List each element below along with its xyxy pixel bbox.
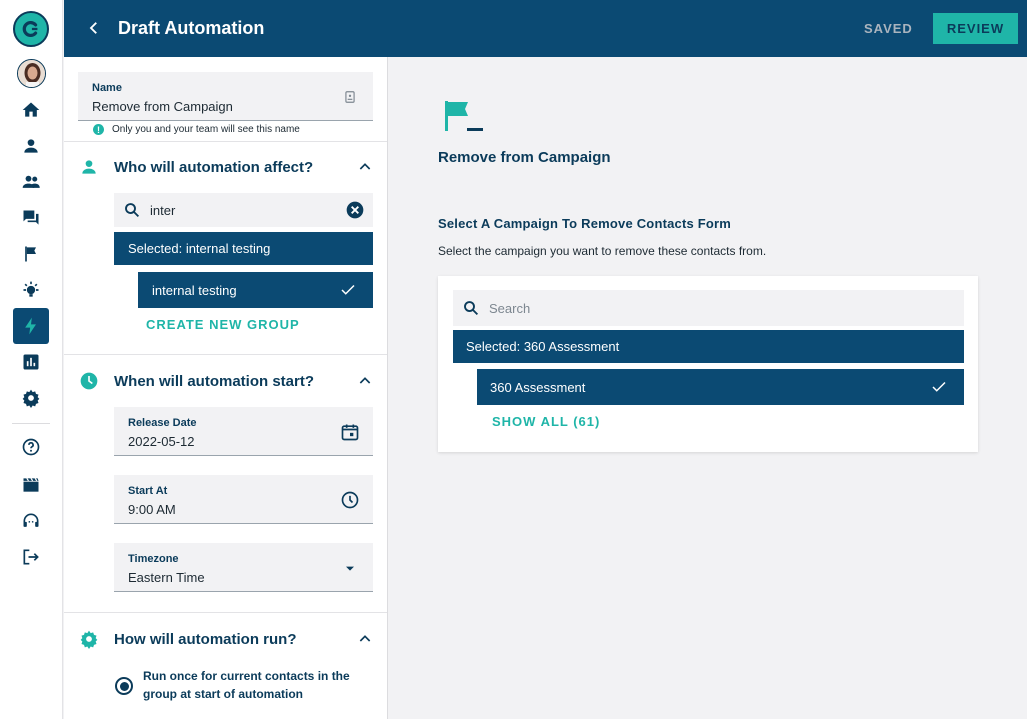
timezone-select[interactable]: Timezone Eastern Time xyxy=(114,543,373,592)
rail-chat-icon[interactable] xyxy=(13,200,49,236)
rail-lightbulb-icon[interactable] xyxy=(13,272,49,308)
rail-headset-icon[interactable] xyxy=(13,503,49,539)
back-button[interactable] xyxy=(82,16,106,40)
gear-icon xyxy=(78,628,100,650)
affect-section-header[interactable]: Who will automation affect? xyxy=(78,155,374,179)
section-divider xyxy=(64,354,387,355)
selected-group-bar: Selected: internal testing xyxy=(114,232,373,265)
logo-c-icon xyxy=(22,21,38,37)
timezone-label: Timezone xyxy=(128,553,179,565)
settings-panel: Name Remove from Campaign ! Only you and… xyxy=(64,57,388,719)
rail-home-icon[interactable] xyxy=(13,92,49,128)
create-new-group-button[interactable]: CREATE NEW GROUP xyxy=(146,317,300,332)
action-title: Remove from Campaign xyxy=(438,149,611,166)
rail-flag-icon[interactable] xyxy=(13,236,49,272)
name-hint-text: Only you and your team will see this nam… xyxy=(112,124,300,135)
group-search-input[interactable]: inter xyxy=(114,193,373,227)
affect-section-title: Who will automation affect? xyxy=(114,158,314,176)
radio-selected[interactable] xyxy=(115,677,133,695)
rail-people-icon[interactable] xyxy=(13,164,49,200)
release-date-label: Release Date xyxy=(128,417,197,429)
flag-remove-icon xyxy=(445,101,483,131)
start-section-header[interactable]: When will automation start? xyxy=(78,369,374,393)
group-search-value: inter xyxy=(150,202,176,218)
rail-lightning-icon[interactable] xyxy=(13,308,49,344)
run-once-option[interactable]: Run once for current contacts in the gro… xyxy=(115,667,365,703)
nav-rail xyxy=(0,0,63,719)
start-section-title: When will automation start? xyxy=(114,372,315,390)
clock-icon xyxy=(78,370,100,392)
campaign-search-placeholder: Search xyxy=(489,300,531,316)
rail-person-icon[interactable] xyxy=(13,128,49,164)
group-option[interactable]: internal testing xyxy=(138,272,373,308)
campaign-option-label: 360 Assessment xyxy=(490,379,586,395)
user-avatar[interactable] xyxy=(17,59,46,88)
info-icon: ! xyxy=(93,124,104,135)
rail-logout-icon[interactable] xyxy=(13,539,49,575)
name-hint: ! Only you and your team will see this n… xyxy=(93,124,300,135)
search-icon xyxy=(114,201,150,219)
rail-chart-icon[interactable] xyxy=(13,344,49,380)
section-divider xyxy=(64,612,387,613)
start-at-field[interactable]: Start At 9:00 AM xyxy=(114,475,373,524)
run-section-title: How will automation run? xyxy=(114,630,297,648)
check-icon xyxy=(932,381,946,392)
start-at-label: Start At xyxy=(128,485,168,497)
campaign-select-card: Search Selected: 360 Assessment 360 Asse… xyxy=(438,276,978,452)
clock-outline-icon[interactable] xyxy=(339,489,361,511)
group-option-label: internal testing xyxy=(152,282,237,298)
rail-divider xyxy=(12,423,50,424)
chevron-up-icon[interactable] xyxy=(356,158,374,176)
release-date-value: 2022-05-12 xyxy=(128,434,195,449)
clear-search-icon[interactable] xyxy=(337,200,373,220)
page-title: Draft Automation xyxy=(118,18,265,38)
name-field[interactable]: Name Remove from Campaign xyxy=(78,72,373,121)
show-all-button[interactable]: SHOW ALL (61) xyxy=(492,414,600,429)
section-divider xyxy=(64,141,387,142)
start-at-value: 9:00 AM xyxy=(128,502,176,517)
campaign-option[interactable]: 360 Assessment xyxy=(477,369,964,405)
form-title: Select A Campaign To Remove Contacts For… xyxy=(438,216,732,231)
review-button[interactable]: REVIEW xyxy=(933,13,1018,44)
calendar-icon[interactable] xyxy=(339,421,361,443)
name-field-label: Name xyxy=(92,82,122,94)
chevron-up-icon[interactable] xyxy=(356,630,374,648)
campaign-search-input[interactable]: Search xyxy=(453,290,964,326)
app-logo[interactable] xyxy=(13,11,49,47)
timezone-value: Eastern Time xyxy=(128,570,205,585)
form-description: Select the campaign you want to remove t… xyxy=(438,244,767,258)
contact-card-icon xyxy=(339,86,361,108)
top-header: Draft Automation SAVED REVIEW xyxy=(64,0,1027,57)
run-once-label: Run once for current contacts in the gro… xyxy=(143,669,350,701)
person-icon xyxy=(78,156,100,178)
run-section-header[interactable]: How will automation run? xyxy=(78,627,374,651)
search-icon xyxy=(453,299,489,317)
rail-film-icon[interactable] xyxy=(13,467,49,503)
selected-campaign-bar: Selected: 360 Assessment xyxy=(453,330,964,363)
rail-gear-icon[interactable] xyxy=(13,380,49,416)
release-date-field[interactable]: Release Date 2022-05-12 xyxy=(114,407,373,456)
check-icon xyxy=(341,284,355,295)
rail-help-icon[interactable] xyxy=(13,429,49,465)
dropdown-arrow-icon[interactable] xyxy=(339,557,361,579)
chevron-up-icon[interactable] xyxy=(356,372,374,390)
save-status: SAVED xyxy=(864,21,913,36)
chevron-left-icon xyxy=(89,22,97,34)
name-field-value: Remove from Campaign xyxy=(92,99,233,114)
